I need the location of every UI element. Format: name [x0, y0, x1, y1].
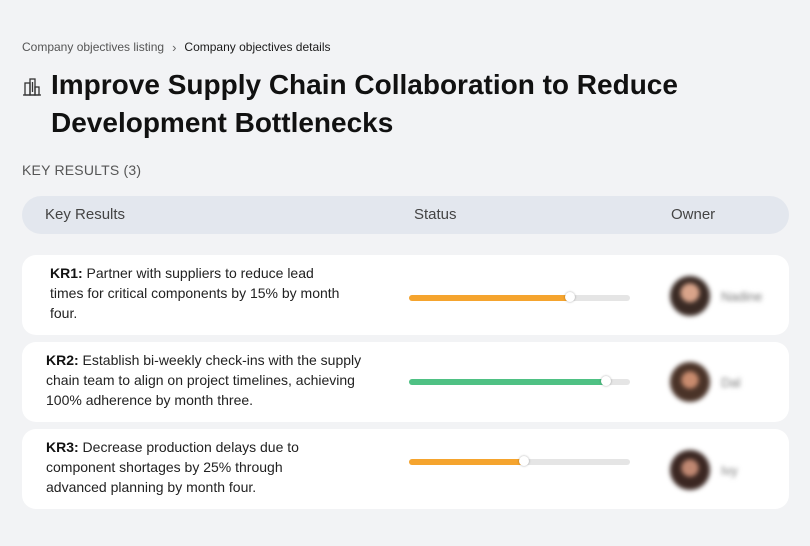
building-icon: [23, 78, 41, 96]
breadcrumb: Company objectives listing › Company obj…: [22, 40, 331, 54]
key-results-heading: KEY RESULTS (3): [22, 162, 142, 178]
key-result-text: Partner with suppliers to reduce lead ti…: [50, 265, 340, 321]
key-result-text: Decrease production delays due to compon…: [46, 439, 299, 495]
owner-name: Nadine: [721, 289, 763, 304]
chevron-right-icon: ›: [172, 39, 177, 55]
progress-fill: [409, 459, 524, 465]
table-header: Key Results Status Owner: [22, 196, 789, 234]
page-title: Improve Supply Chain Collaboration to Re…: [51, 69, 678, 138]
owner-avatar: [670, 450, 710, 490]
key-result-description: KR2: Establish bi-weekly check-ins with …: [46, 350, 381, 410]
column-header-key-results: Key Results: [45, 206, 126, 223]
key-result-description: KR3: Decrease production delays due to c…: [46, 437, 336, 497]
key-result-row[interactable]: KR2: Establish bi-weekly check-ins with …: [22, 342, 789, 422]
key-result-row[interactable]: KR3: Decrease production delays due to c…: [22, 429, 789, 509]
column-header-status: Status: [414, 206, 457, 223]
progress-fill: [409, 379, 606, 385]
key-result-id: KR2:: [46, 352, 79, 368]
status-progress-bar: [409, 456, 630, 466]
key-result-text: Establish bi-weekly check-ins with the s…: [46, 352, 362, 408]
owner-name: Ivy: [721, 463, 738, 478]
owner-avatar: [670, 276, 710, 316]
breadcrumb-current: Company objectives details: [184, 40, 331, 54]
status-progress-bar: [409, 292, 630, 302]
key-result-row[interactable]: KR1: Partner with suppliers to reduce le…: [22, 255, 789, 335]
objective-header: Improve Supply Chain Collaboration to Re…: [22, 66, 782, 142]
owner-avatar: [670, 362, 710, 402]
progress-knob: [600, 376, 611, 386]
progress-fill: [409, 295, 571, 301]
breadcrumb-link-listing[interactable]: Company objectives listing: [22, 40, 164, 54]
key-result-description: KR1: Partner with suppliers to reduce le…: [50, 263, 340, 323]
key-result-id: KR3:: [46, 439, 79, 455]
status-progress-bar: [409, 376, 630, 386]
progress-knob: [565, 292, 576, 302]
key-result-id: KR1:: [50, 265, 83, 281]
column-header-owner: Owner: [671, 206, 716, 223]
progress-knob: [518, 456, 529, 466]
owner-name: Dal: [721, 375, 741, 390]
